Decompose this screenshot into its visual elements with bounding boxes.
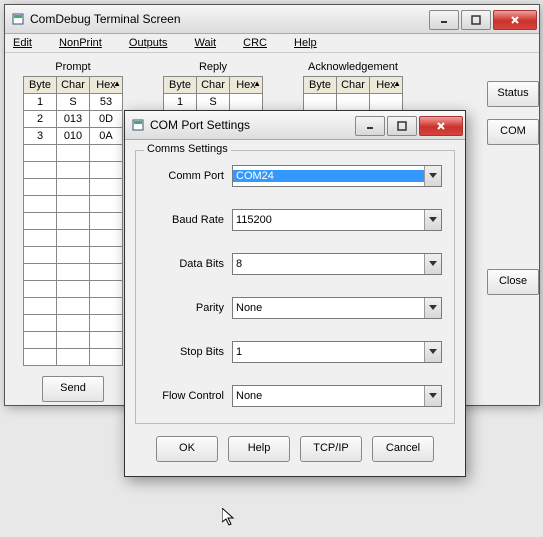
menu-edit[interactable]: Edit xyxy=(13,37,44,49)
menu-crc[interactable]: CRC xyxy=(243,37,279,49)
dialog-title: COM Port Settings xyxy=(150,118,355,132)
table-row[interactable]: 1S53 xyxy=(24,94,123,111)
minimize-button[interactable] xyxy=(429,10,459,30)
col-char[interactable]: Char xyxy=(57,77,90,94)
maximize-button[interactable] xyxy=(461,10,491,30)
main-titlebar: ComDebug Terminal Screen xyxy=(5,5,539,34)
table-row[interactable] xyxy=(24,230,123,247)
cancel-button[interactable]: Cancel xyxy=(372,436,434,462)
dialog-buttons: OK Help TCP/IP Cancel xyxy=(125,428,465,476)
menu-help[interactable]: Help xyxy=(294,37,329,49)
databits-value: 8 xyxy=(233,258,424,270)
close-button[interactable] xyxy=(493,10,537,30)
dialog-maximize-button[interactable] xyxy=(387,116,417,136)
flowctrl-combo[interactable]: None xyxy=(232,385,442,407)
flowctrl-label: Flow Control xyxy=(148,390,232,402)
table-row[interactable] xyxy=(24,264,123,281)
table-row[interactable] xyxy=(24,315,123,332)
baudrate-value: 115200 xyxy=(233,214,424,226)
table-row[interactable] xyxy=(24,247,123,264)
cursor-icon xyxy=(222,508,238,531)
send-button[interactable]: Send xyxy=(42,376,104,402)
menu-outputs[interactable]: Outputs xyxy=(129,37,180,49)
menu-nonprint[interactable]: NonPrint xyxy=(59,37,114,49)
ack-label: Acknowledgement xyxy=(308,61,398,73)
table-row[interactable] xyxy=(24,298,123,315)
table-row[interactable] xyxy=(24,162,123,179)
table-row[interactable]: 1S xyxy=(164,94,263,111)
parity-value: None xyxy=(233,302,424,314)
app-icon xyxy=(11,12,25,26)
table-row[interactable] xyxy=(24,332,123,349)
table-row[interactable] xyxy=(24,145,123,162)
menubar: Edit NonPrint Outputs Wait CRC Help xyxy=(5,34,539,53)
ack-table[interactable]: Byte Char Hex▲ xyxy=(303,76,403,111)
status-button[interactable]: Status xyxy=(487,81,539,107)
chevron-down-icon[interactable] xyxy=(424,254,441,274)
menu-wait[interactable]: Wait xyxy=(194,37,228,49)
col-char[interactable]: Char xyxy=(197,77,230,94)
chevron-down-icon[interactable] xyxy=(424,166,441,186)
databits-label: Data Bits xyxy=(148,258,232,270)
dialog-icon xyxy=(131,118,145,132)
col-char[interactable]: Char xyxy=(337,77,370,94)
table-row[interactable] xyxy=(24,196,123,213)
prompt-table[interactable]: Byte Char Hex▲ 1S53 20130D 30100A xyxy=(23,76,123,366)
table-row[interactable] xyxy=(24,281,123,298)
dialog-close-button[interactable] xyxy=(419,116,463,136)
parity-label: Parity xyxy=(148,302,232,314)
dialog-titlebar: COM Port Settings xyxy=(125,111,465,140)
chevron-down-icon[interactable] xyxy=(424,210,441,230)
prompt-section: Prompt Byte Char Hex▲ 1S53 20130D 30100A xyxy=(23,61,123,402)
chevron-down-icon[interactable] xyxy=(424,386,441,406)
chevron-down-icon[interactable] xyxy=(424,298,441,318)
reply-table[interactable]: Byte Char Hex▲ 1S xyxy=(163,76,263,111)
table-row[interactable] xyxy=(24,179,123,196)
commport-combo[interactable]: COM24 xyxy=(232,165,442,187)
com-button[interactable]: COM xyxy=(487,119,539,145)
col-byte[interactable]: Byte xyxy=(304,77,337,94)
col-hex[interactable]: Hex▲ xyxy=(90,77,123,94)
group-legend: Comms Settings xyxy=(144,143,231,155)
dialog-minimize-button[interactable] xyxy=(355,116,385,136)
commport-label: Comm Port xyxy=(148,170,232,182)
prompt-label: Prompt xyxy=(55,61,90,73)
comms-settings-group: Comms Settings Comm Port COM24 Baud Rate… xyxy=(135,150,455,424)
reply-label: Reply xyxy=(199,61,227,73)
help-button[interactable]: Help xyxy=(228,436,290,462)
stopbits-combo[interactable]: 1 xyxy=(232,341,442,363)
table-row[interactable]: 30100A xyxy=(24,128,123,145)
chevron-down-icon[interactable] xyxy=(424,342,441,362)
table-row[interactable] xyxy=(304,94,403,111)
mainclose-button[interactable]: Close xyxy=(487,269,539,295)
col-hex[interactable]: Hex▲ xyxy=(230,77,263,94)
baudrate-label: Baud Rate xyxy=(148,214,232,226)
databits-combo[interactable]: 8 xyxy=(232,253,442,275)
baudrate-combo[interactable]: 115200 xyxy=(232,209,442,231)
col-byte[interactable]: Byte xyxy=(24,77,57,94)
stopbits-value: 1 xyxy=(233,346,424,358)
stopbits-label: Stop Bits xyxy=(148,346,232,358)
flowctrl-value: None xyxy=(233,390,424,402)
table-row[interactable]: 20130D xyxy=(24,111,123,128)
table-row[interactable] xyxy=(24,349,123,366)
parity-combo[interactable]: None xyxy=(232,297,442,319)
col-hex[interactable]: Hex▲ xyxy=(370,77,403,94)
commport-value: COM24 xyxy=(233,170,424,182)
col-byte[interactable]: Byte xyxy=(164,77,197,94)
ok-button[interactable]: OK xyxy=(156,436,218,462)
com-port-dialog: COM Port Settings Comms Settings Comm Po… xyxy=(124,110,466,477)
tcpip-button[interactable]: TCP/IP xyxy=(300,436,362,462)
table-row[interactable] xyxy=(24,213,123,230)
main-title: ComDebug Terminal Screen xyxy=(30,12,429,26)
